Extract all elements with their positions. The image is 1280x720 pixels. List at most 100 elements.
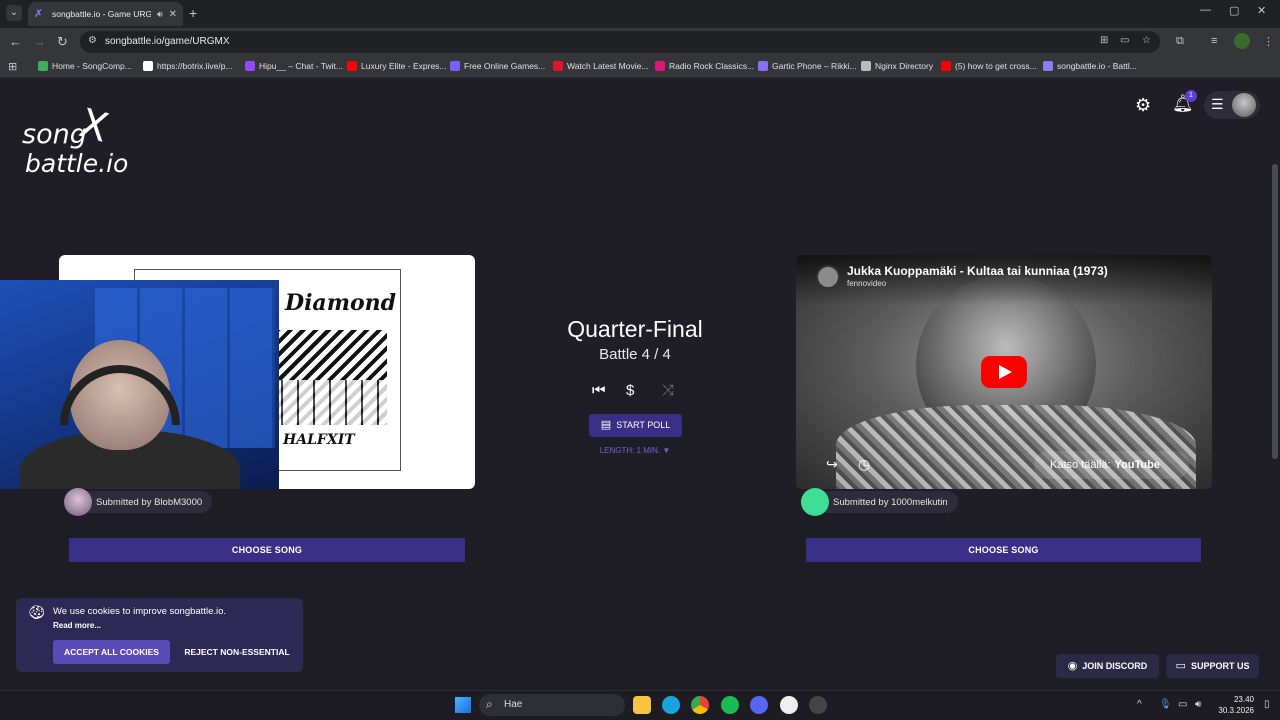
network-icon[interactable]: ▭ bbox=[1178, 699, 1187, 710]
album-title: Diamond bbox=[285, 290, 397, 316]
edge-app-icon[interactable] bbox=[662, 696, 680, 714]
youtube-embed[interactable]: Jukka Kuoppamäki - Kultaa tai kunniaa (1… bbox=[796, 255, 1212, 489]
obs-icon[interactable] bbox=[780, 696, 798, 714]
bookmark-favicon-icon bbox=[347, 61, 357, 71]
windows-taskbar: ⌕ Hae ^ 🎙︎ ▭ 🔊︎ 23.40 30.3.2026 ▯ bbox=[0, 690, 1280, 720]
channel-avatar[interactable] bbox=[816, 265, 840, 289]
bookmark-item[interactable]: https://botrix.live/p... bbox=[143, 61, 233, 71]
bookmark-label: Nginx Directory bbox=[875, 61, 934, 71]
reject-non-essential-button[interactable]: REJECT NON-ESSENTIAL bbox=[178, 640, 296, 664]
bookmark-item[interactable]: Radio Rock Classics... bbox=[655, 61, 754, 71]
bookmark-item[interactable]: songbattle.io - Battl... bbox=[1043, 61, 1137, 71]
join-discord-button[interactable]: ◉ JOIN DISCORD bbox=[1056, 654, 1159, 678]
support-us-button[interactable]: ▭ SUPPORT US bbox=[1166, 654, 1259, 678]
previous-battle-icon[interactable]: ⏮ bbox=[592, 382, 606, 399]
bookmark-label: Hipu__ – Chat - Twit... bbox=[259, 61, 343, 71]
bookmark-item[interactable]: Nginx Directory bbox=[861, 61, 933, 71]
songbattle-logo[interactable]: X song battle.io bbox=[20, 91, 150, 178]
extensions-icon[interactable]: ⧉ bbox=[1176, 35, 1184, 48]
choose-left-song-button[interactable]: CHOOSE SONG bbox=[69, 538, 465, 562]
site-info-icon[interactable]: ⚙ bbox=[88, 35, 97, 46]
bookmark-label: songbattle.io - Battl... bbox=[1057, 61, 1137, 71]
poll-length-select[interactable]: LENGTH: 1 MIN. ▼ bbox=[530, 446, 740, 455]
taskbar-search[interactable]: ⌕ Hae bbox=[479, 694, 625, 716]
volume-icon[interactable]: 🔊︎ bbox=[1195, 699, 1201, 710]
bookmark-label: Luxury Elite - Expres... bbox=[361, 61, 447, 71]
discord-app-icon[interactable] bbox=[750, 696, 768, 714]
bookmark-item[interactable]: Home - SongComp... bbox=[38, 61, 132, 71]
album-subtitle: HALFXIT bbox=[283, 432, 355, 448]
twitch-icon: ▭ bbox=[1175, 660, 1186, 672]
cookie-read-more-link[interactable]: Read more... bbox=[53, 621, 101, 630]
app-icon[interactable] bbox=[809, 696, 827, 714]
speaker-icon[interactable]: 🔊︎ bbox=[157, 9, 163, 20]
file-explorer-icon[interactable] bbox=[633, 696, 651, 714]
bookmarks-bar: ⊞ Home - SongComp... https://botrix.live… bbox=[0, 56, 1280, 78]
taskbar-clock[interactable]: 23.40 30.3.2026 bbox=[1212, 694, 1254, 716]
bookmark-favicon-icon bbox=[758, 61, 768, 71]
donate-coin-icon[interactable]: $ bbox=[626, 382, 634, 399]
choose-right-song-button[interactable]: CHOOSE SONG bbox=[806, 538, 1201, 562]
webcam-overlay bbox=[0, 280, 279, 489]
user-menu-button[interactable]: ☰ bbox=[1204, 91, 1260, 119]
bookmark-label: (5) how to get cross... bbox=[955, 61, 1037, 71]
bookmark-item[interactable]: Free Online Games... bbox=[450, 61, 545, 71]
default-user-avatar-icon bbox=[801, 488, 829, 516]
start-poll-label: START POLL bbox=[616, 420, 671, 430]
apps-grid-icon[interactable]: ⊞ bbox=[8, 60, 17, 73]
microphone-icon[interactable]: 🎙︎ bbox=[1159, 699, 1172, 710]
logo-text-song: song bbox=[22, 119, 87, 150]
menu-icon[interactable]: ⋮ bbox=[1263, 35, 1274, 48]
bookmark-item[interactable]: Watch Latest Movie... bbox=[553, 61, 648, 71]
url-text[interactable]: songbattle.io/game/URGMX bbox=[105, 36, 230, 47]
bookmark-favicon-icon bbox=[1043, 61, 1053, 71]
omnibox[interactable]: ⚙ songbattle.io/game/URGMX ⊞ ▭ ☆ bbox=[80, 31, 1160, 53]
start-poll-button[interactable]: ▤ START POLL bbox=[589, 414, 682, 437]
new-tab-button[interactable]: + bbox=[189, 5, 197, 21]
start-button[interactable] bbox=[455, 697, 471, 713]
taskbar-search-text: Hae bbox=[504, 699, 523, 710]
channel-name[interactable]: fennovideo bbox=[847, 279, 886, 288]
submitter-text: Submitted by 1000melkutin bbox=[833, 496, 948, 508]
video-title[interactable]: Jukka Kuoppamäki - Kultaa tai kunniaa (1… bbox=[847, 264, 1108, 278]
page-scrollbar[interactable] bbox=[1272, 164, 1278, 459]
bookmark-label: Watch Latest Movie... bbox=[567, 61, 649, 71]
shuffle-icon[interactable]: ⤨ bbox=[662, 382, 674, 399]
back-icon[interactable]: ← bbox=[9, 34, 22, 50]
support-label: SUPPORT US bbox=[1190, 661, 1250, 671]
bookmark-item[interactable]: Luxury Elite - Expres... bbox=[347, 61, 447, 71]
spotify-icon[interactable] bbox=[721, 696, 739, 714]
watch-on-youtube-button[interactable]: Katso täällä: YouTube bbox=[1034, 451, 1189, 479]
profile-avatar[interactable] bbox=[1234, 33, 1250, 49]
chrome-icon[interactable] bbox=[691, 696, 709, 714]
clock-date: 30.3.2026 bbox=[1218, 706, 1254, 715]
cast-icon[interactable]: ▭ bbox=[1120, 35, 1129, 46]
accept-all-cookies-button[interactable]: ACCEPT ALL COOKIES bbox=[53, 640, 170, 664]
bookmark-item[interactable]: Gartic Phone – Rikki... bbox=[758, 61, 857, 71]
browser-tab-active[interactable]: ✗ songbattle.io - Game URGMX 🔊︎ ✕ bbox=[28, 2, 183, 26]
media-icon[interactable]: ≡ bbox=[1211, 35, 1217, 47]
youtube-play-button[interactable] bbox=[981, 356, 1027, 388]
close-tab-icon[interactable]: ✕ bbox=[169, 9, 177, 20]
watch-later-icon[interactable]: ◷ bbox=[858, 456, 870, 473]
translate-icon[interactable]: ⊞ bbox=[1100, 35, 1108, 46]
bookmark-star-icon[interactable]: ☆ bbox=[1142, 35, 1151, 46]
bookmark-favicon-icon bbox=[553, 61, 563, 71]
maximize-icon[interactable]: ▢ bbox=[1229, 4, 1239, 17]
battle-center-panel: Quarter-Final Battle 4 / 4 ⏮ $ ⤨ ▤ START … bbox=[530, 316, 740, 455]
tab-search-button[interactable]: ⌄ bbox=[6, 5, 22, 21]
minimize-icon[interactable]: — bbox=[1200, 4, 1211, 16]
share-icon[interactable]: ↪ bbox=[826, 456, 838, 473]
reload-icon[interactable]: ↻ bbox=[57, 34, 68, 50]
battle-controls: ⏮ $ ⤨ bbox=[530, 382, 740, 402]
submitter-text: Submitted by BlobM3000 bbox=[96, 496, 203, 508]
tray-chevron-icon[interactable]: ^ bbox=[1137, 699, 1142, 710]
address-bar: ← → ↻ ⚙ songbattle.io/game/URGMX ⊞ ▭ ☆ ⧉… bbox=[0, 28, 1280, 56]
bookmark-item[interactable]: (5) how to get cross... bbox=[941, 61, 1037, 71]
notification-center-icon[interactable]: ▯ bbox=[1264, 699, 1270, 710]
bookmark-favicon-icon bbox=[861, 61, 871, 71]
settings-gear-icon[interactable]: ⚙ bbox=[1135, 95, 1151, 116]
forward-icon[interactable]: → bbox=[33, 34, 46, 50]
bookmark-item[interactable]: Hipu__ – Chat - Twit... bbox=[245, 61, 343, 71]
close-window-icon[interactable]: ✕ bbox=[1257, 4, 1266, 17]
